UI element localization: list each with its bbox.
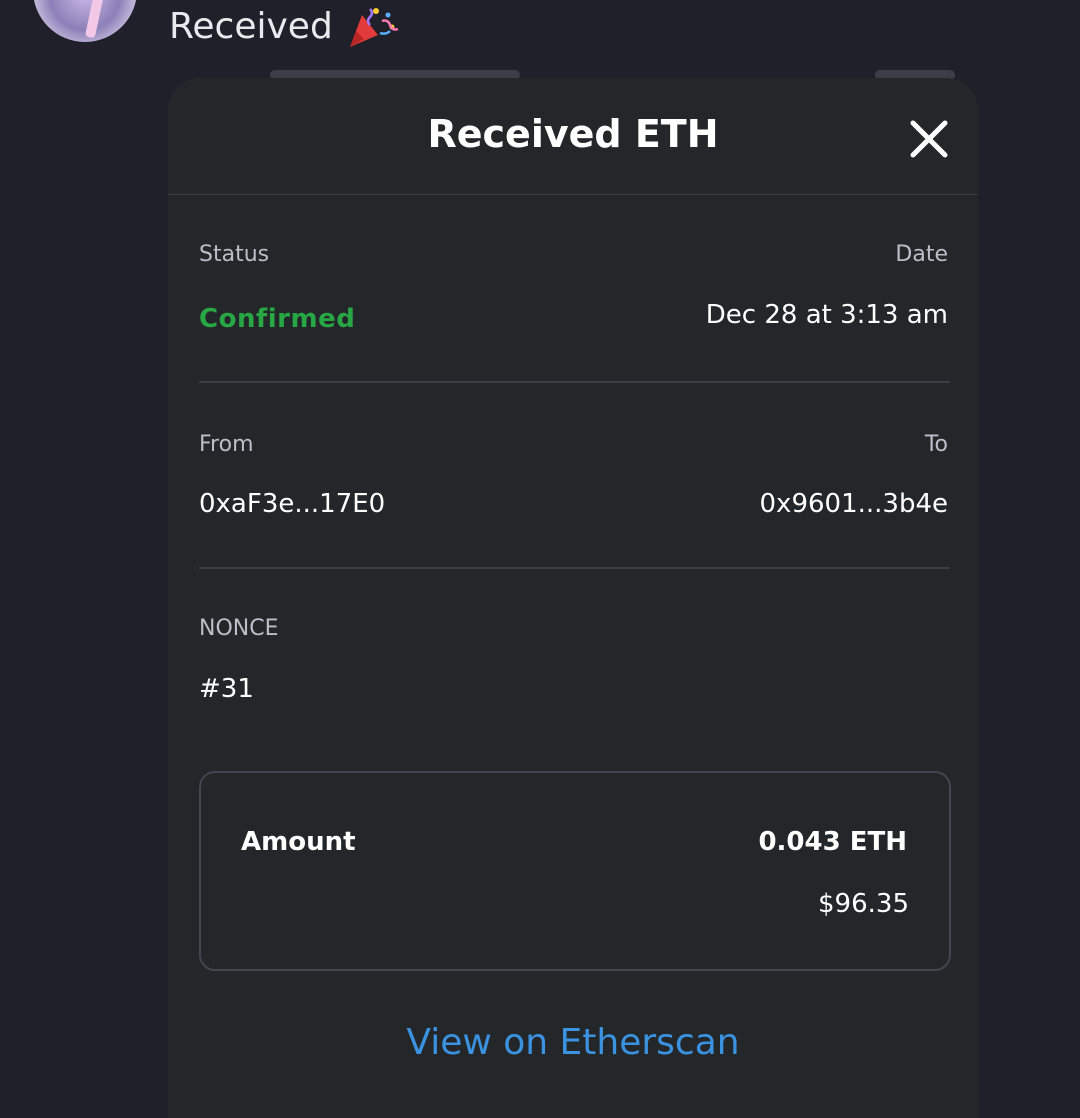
sender-avatar[interactable] — [33, 0, 137, 42]
divider — [199, 381, 950, 383]
status-badge: Confirmed — [199, 304, 356, 334]
from-address[interactable]: 0xaF3e...17E0 — [199, 489, 385, 519]
transaction-details-modal: Received ETH Status Confirmed Date Dec 2… — [168, 78, 978, 1118]
date-value: Dec 28 at 3:13 am — [705, 300, 948, 330]
nonce-value: #31 — [199, 674, 254, 704]
divider — [199, 567, 950, 569]
to-address[interactable]: 0x9601...3b4e — [760, 489, 948, 519]
to-label: To — [924, 432, 948, 457]
avatar-artwork — [84, 0, 108, 39]
amount-label: Amount — [241, 827, 356, 857]
chat-message: Received — [169, 5, 400, 49]
close-icon[interactable] — [904, 114, 954, 164]
from-label: From — [199, 432, 254, 457]
nonce-label: NONCE — [199, 616, 279, 641]
amount-usd-value: $96.35 — [818, 889, 909, 919]
party-popper-icon — [350, 8, 399, 47]
date-label: Date — [895, 242, 948, 267]
amount-eth-value: 0.043 ETH — [758, 827, 907, 857]
modal-header: Received ETH — [168, 78, 978, 195]
status-label: Status — [199, 242, 270, 267]
modal-title: Received ETH — [427, 112, 719, 156]
chat-message-text: Received — [169, 6, 333, 47]
amount-card: Amount 0.043 ETH $96.35 — [199, 771, 951, 971]
view-on-etherscan-link[interactable]: View on Etherscan — [168, 1022, 978, 1063]
